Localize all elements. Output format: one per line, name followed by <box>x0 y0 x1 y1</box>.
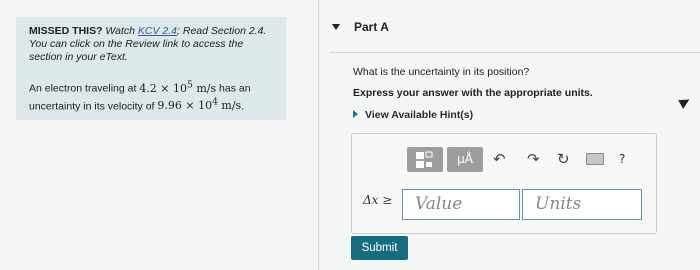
redo-icon[interactable]: ↷ <box>527 149 540 169</box>
missed-lead: MISSED THIS? <box>29 25 103 37</box>
velocity-uncertainty: 9.96 × 104 m/s <box>157 97 242 113</box>
missed-this-note: MISSED THIS? Watch KCV 2.4; Read Section… <box>29 25 277 64</box>
hint-label: View Available Hint(s) <box>365 109 474 121</box>
collapse-arrow-icon[interactable] <box>332 24 340 30</box>
undo-icon[interactable]: ↶ <box>493 149 506 169</box>
submit-button[interactable]: Submit <box>351 236 408 260</box>
units-template-button[interactable]: μÅ <box>447 147 483 172</box>
view-hints-link[interactable]: View Available Hint(s) <box>353 109 473 121</box>
delta-x-label: Δx ≥ <box>363 193 393 207</box>
units-input[interactable]: Units <box>522 189 642 220</box>
instruction-text: Express your answer with the appropriate… <box>353 87 593 99</box>
hint-panel: MISSED THIS? Watch KCV 2.4; Read Section… <box>16 17 286 120</box>
speed-unit: m/s <box>192 81 217 95</box>
panel-divider <box>318 0 319 270</box>
answer-box: μÅ ↶ ↷ ↻ ? Δx ≥ Value Units <box>351 133 657 234</box>
velocity-mantissa: 9.96 × 10 <box>157 99 213 113</box>
velocity-unit: m/s <box>217 99 242 113</box>
mouse-cursor-icon <box>678 95 692 109</box>
kcv-link[interactable]: KCV 2.4 <box>138 25 177 37</box>
problem-period: . <box>241 100 245 113</box>
speed-value: 4.2 × 105 m/s <box>139 79 217 95</box>
help-icon[interactable]: ? <box>619 149 625 169</box>
missed-watch: Watch <box>102 25 138 37</box>
header-divider <box>330 52 700 53</box>
fraction-template-button[interactable] <box>407 147 443 172</box>
expand-arrow-icon <box>353 110 358 118</box>
part-title: Part A <box>354 20 389 34</box>
value-input[interactable]: Value <box>402 189 520 220</box>
keyboard-icon[interactable] <box>586 153 604 165</box>
problem-text-1: An electron traveling at <box>29 82 140 95</box>
problem-statement: An electron traveling at 4.2 × 105 m/s h… <box>29 78 277 113</box>
speed-mantissa: 4.2 × 10 <box>139 81 188 95</box>
reset-icon[interactable]: ↻ <box>557 149 570 169</box>
fraction-template-icon <box>416 151 433 168</box>
question-text: What is the uncertainty in its position? <box>353 66 530 78</box>
